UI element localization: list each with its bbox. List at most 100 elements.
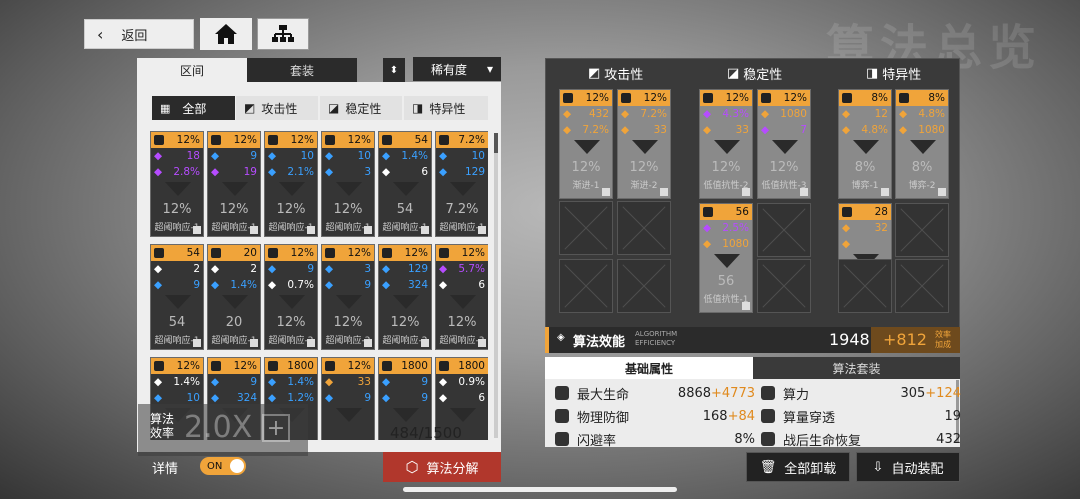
empty-slot[interactable]: [617, 259, 671, 313]
stat-icon: [761, 432, 775, 446]
card-header: 12%: [322, 132, 374, 148]
card-substat-2-value: 1.4%: [230, 279, 257, 291]
substat-icon: ◆: [439, 166, 448, 178]
substat-icon: ◆: [382, 166, 391, 178]
algorithm-card[interactable]: 7.2% ◆ 10 ◆ 129 7.2% 超阈响应-1: [435, 131, 488, 237]
card-substat-1-value: 32: [874, 222, 888, 234]
algorithm-card[interactable]: 12% ◆ 3 ◆ 9 12% 超阈响应-2: [321, 244, 375, 350]
card-chevron: [393, 408, 419, 422]
empty-slot[interactable]: [757, 203, 811, 257]
filter-stability[interactable]: ◪ 稳定性: [320, 96, 402, 120]
empty-slot[interactable]: [757, 259, 811, 313]
card-substat-2-value: 324: [236, 392, 257, 404]
card-main-stat: 20: [243, 247, 257, 259]
stat-name: 最大生命: [577, 387, 630, 403]
card-substat-2-value: 19: [243, 166, 257, 178]
card-chevron: [165, 182, 191, 196]
card-big-stat: 12%: [333, 315, 363, 330]
inventory-scroll-thumb[interactable]: [494, 133, 498, 153]
card-substat-1: ◆ 9: [379, 374, 431, 390]
tab-algorithm-sets[interactable]: 算法套装: [753, 357, 960, 379]
stat-row: 算量穿透 19: [761, 405, 961, 427]
filter-attack[interactable]: ◩ 攻击性: [236, 96, 318, 120]
lock-icon: [364, 226, 372, 234]
algorithm-card[interactable]: 12% ◆ 9 ◆ 19 12% 超阈响应-1: [207, 131, 261, 237]
detail-toggle[interactable]: ON: [200, 457, 246, 475]
home-button[interactable]: [200, 18, 252, 50]
back-button[interactable]: ‹ 返回: [84, 19, 194, 49]
boost-add-button[interactable]: +: [262, 414, 290, 442]
card-substat-2: ◆ 6: [436, 277, 488, 293]
lock-icon: [478, 226, 486, 234]
card-substat-1: ◆ 7.2%: [618, 106, 670, 122]
card-header: 1800: [265, 358, 317, 374]
card-substat-1-value: 7.2%: [640, 108, 667, 120]
lock-icon: [800, 188, 808, 196]
grid-icon: ▦: [160, 101, 171, 115]
filter-attack-label: 攻击性: [261, 101, 298, 116]
card-chevron: [714, 254, 740, 268]
tab-set[interactable]: 套装: [247, 58, 357, 82]
detail-toggle-label: ON: [207, 460, 223, 472]
empty-slot[interactable]: [617, 201, 671, 255]
filter-special[interactable]: ◨ 特异性: [404, 96, 488, 120]
empty-slot[interactable]: [895, 203, 949, 257]
empty-slot[interactable]: [559, 201, 613, 255]
empty-slot[interactable]: [895, 259, 949, 313]
sort-order-button[interactable]: ⬍: [383, 58, 405, 82]
empty-slot[interactable]: [838, 259, 892, 313]
unload-all-button[interactable]: 🗑 全部卸载: [746, 452, 850, 482]
sort-dropdown-label: 稀有度: [431, 62, 468, 77]
substat-icon: ◆: [439, 376, 448, 388]
tab-range[interactable]: 区间: [137, 58, 247, 82]
algorithm-card[interactable]: 12% ◆ 10 ◆ 2.1% 12% 超阈响应-1: [264, 131, 318, 237]
card-substat-1: ◆ 10: [436, 148, 488, 164]
equipped-algorithm-card[interactable]: 12% ◆ 1080 ◆ 7 12% 低值抗性-3: [757, 89, 811, 199]
special-type-icon: ◨: [866, 66, 879, 81]
card-main-stat: 54: [414, 134, 428, 146]
card-header: 12%: [265, 245, 317, 261]
algorithm-card[interactable]: 54 ◆ 1.4% ◆ 6 54 超阈响应-1: [378, 131, 432, 237]
algorithm-card[interactable]: 12% ◆ 129 ◆ 324 12% 超阈响应-2: [378, 244, 432, 350]
algorithm-card[interactable]: 54 ◆ 2 ◆ 9 54 超阈响应-1: [150, 244, 204, 350]
equipped-algorithm-card[interactable]: 8% ◆ 12 ◆ 4.8% 8% 博弈-1: [838, 89, 892, 199]
sitemap-button[interactable]: [257, 18, 309, 50]
inventory-scrollbar[interactable]: [494, 133, 498, 438]
algorithm-card[interactable]: 12% ◆ 9 ◆ 0.7% 12% 超阈响应-2: [264, 244, 318, 350]
stat-value: 8%: [734, 431, 755, 447]
equipped-algorithm-card[interactable]: 8% ◆ 4.8% ◆ 1080 8% 博弈-2: [895, 89, 949, 199]
card-substat-1-value: 4.8%: [918, 108, 945, 120]
algorithm-card[interactable]: 12% ◆ 18 ◆ 2.8% 12% 超阈响应-1: [150, 131, 204, 237]
algorithm-grid: 12% ◆ 18 ◆ 2.8% 12% 超阈响应-1 12% ◆ 9 ◆ 19 12% 超阈响应-1 12%…: [150, 131, 488, 440]
card-substat-1: ◆ 9: [265, 261, 317, 277]
tab-base-attributes[interactable]: 基础属性: [545, 357, 753, 379]
lock-icon: [881, 188, 889, 196]
filter-all[interactable]: ▦ 全部: [152, 96, 235, 120]
stat-icon: [154, 248, 164, 258]
decompose-button[interactable]: ⬡ 算法分解: [383, 452, 501, 482]
empty-slot[interactable]: [559, 259, 613, 313]
filter-all-label: 全部: [182, 101, 207, 116]
card-substat-2-value: 4.8%: [861, 124, 888, 136]
algorithm-card[interactable]: 12% ◆ 10 ◆ 3 12% 超阈响应-1: [321, 131, 375, 237]
attack-type-icon: ◩: [244, 101, 256, 115]
attack-type-icon: ◩: [588, 66, 601, 81]
algorithm-card[interactable]: 20 ◆ 2 ◆ 1.4% 20 超阈响应-1: [207, 244, 261, 350]
special-type-icon: ◨: [412, 101, 424, 115]
algorithm-card[interactable]: 12% ◆ 5.7% ◆ 6 12% 超阈响应-3: [435, 244, 488, 350]
card-substat-1: ◆ 33: [322, 374, 374, 390]
stat-icon: [555, 409, 569, 423]
equipped-algorithm-card[interactable]: 12% ◆ 432 ◆ 7.2% 12% 渐进-1: [559, 89, 613, 199]
card-chevron: [574, 140, 600, 154]
substat-icon: ◆: [899, 108, 908, 120]
sort-dropdown[interactable]: 稀有度 ▾: [413, 57, 501, 81]
equipped-algorithm-card[interactable]: 12% ◆ 7.2% ◆ 33 12% 渐进-2: [617, 89, 671, 199]
lock-icon: [421, 226, 429, 234]
equipped-algorithm-card[interactable]: 56 ◆ 2.5% ◆ 1080 56 低值抗性-1: [699, 203, 753, 313]
card-substat-2-value: 2.1%: [287, 166, 314, 178]
lock-icon: [193, 339, 201, 347]
card-main-stat: 12%: [290, 134, 314, 146]
auto-equip-button[interactable]: ⇩ 自动装配: [856, 452, 960, 482]
algorithm-card[interactable]: 12% ◆ 33 ◆ 9: [321, 357, 375, 440]
equipped-algorithm-card[interactable]: 12% ◆ 4.3% ◆ 33 12% 低值抗性-2: [699, 89, 753, 199]
